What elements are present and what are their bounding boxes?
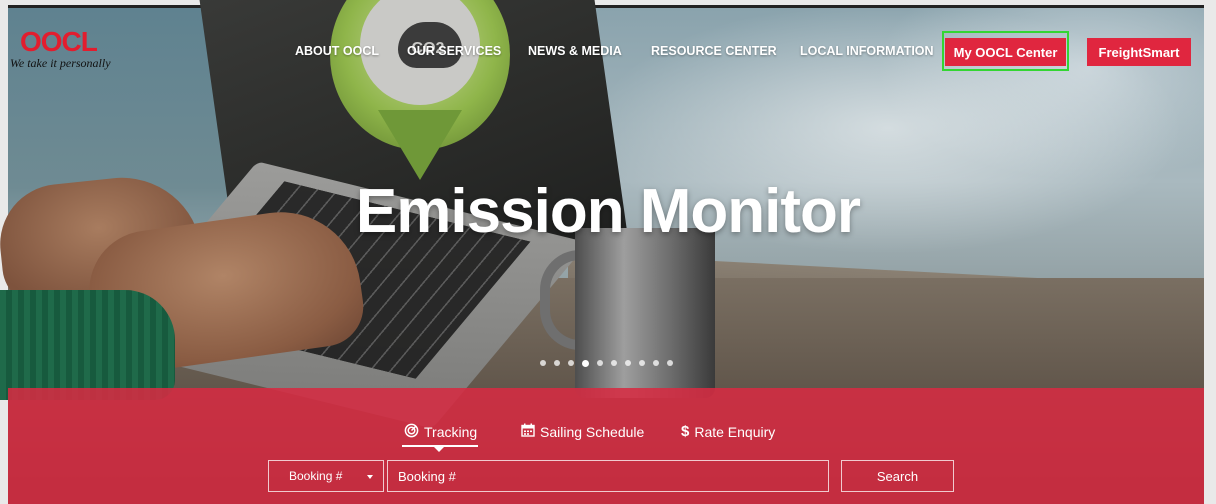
carousel-dot[interactable] <box>554 360 560 366</box>
carousel-dot-active[interactable] <box>582 359 589 367</box>
logo-mark: OOCL <box>20 26 98 57</box>
chevron-down-icon <box>367 475 373 479</box>
tab-tracking-label: Tracking <box>424 424 478 440</box>
carousel-dot[interactable] <box>540 360 546 366</box>
nav-our-services[interactable]: OUR SERVICES <box>407 44 501 58</box>
selection-highlight <box>942 31 1069 71</box>
freightsmart-button[interactable]: FreightSmart <box>1087 38 1191 66</box>
tab-sailing-schedule-label: Sailing Schedule <box>540 423 645 440</box>
tab-rate-enquiry-label: Rate Enquiry <box>694 423 776 440</box>
tab-rate-enquiry[interactable]: $ Rate Enquiry <box>681 423 775 440</box>
hero-title: Emission Monitor <box>355 177 861 246</box>
booking-number-input[interactable] <box>387 460 829 492</box>
carousel-dot[interactable] <box>597 360 603 366</box>
nav-resource-center[interactable]: RESOURCE CENTER <box>651 44 777 58</box>
carousel-dot[interactable] <box>625 360 631 366</box>
tab-tracking[interactable]: Tracking <box>404 423 477 441</box>
carousel-dot[interactable] <box>568 360 574 366</box>
carousel-dots <box>540 359 673 367</box>
carousel-dot[interactable] <box>667 360 673 366</box>
logo-tagline: We take it personally <box>10 56 111 70</box>
sleeve-image <box>0 290 175 400</box>
carousel-dot[interactable] <box>611 360 617 366</box>
search-button[interactable]: Search <box>841 460 954 492</box>
tab-sailing-schedule[interactable]: Sailing Schedule <box>521 423 644 440</box>
nav-about-oocl[interactable]: ABOUT OOCL <box>295 44 379 58</box>
target-icon <box>404 423 419 441</box>
search-type-select[interactable]: Booking # <box>268 460 384 492</box>
mug-image <box>575 228 715 398</box>
nav-news-media[interactable]: NEWS & MEDIA <box>528 44 622 58</box>
search-type-value: Booking # <box>289 469 343 483</box>
nav-local-information[interactable]: LOCAL INFORMATION <box>800 44 934 58</box>
calendar-icon <box>521 423 535 440</box>
active-tab-caret <box>433 446 445 452</box>
carousel-dot[interactable] <box>639 360 645 366</box>
carousel-dot[interactable] <box>653 360 659 366</box>
oocl-logo[interactable]: OOCL We take it personally <box>10 26 120 70</box>
dollar-icon: $ <box>681 423 690 440</box>
